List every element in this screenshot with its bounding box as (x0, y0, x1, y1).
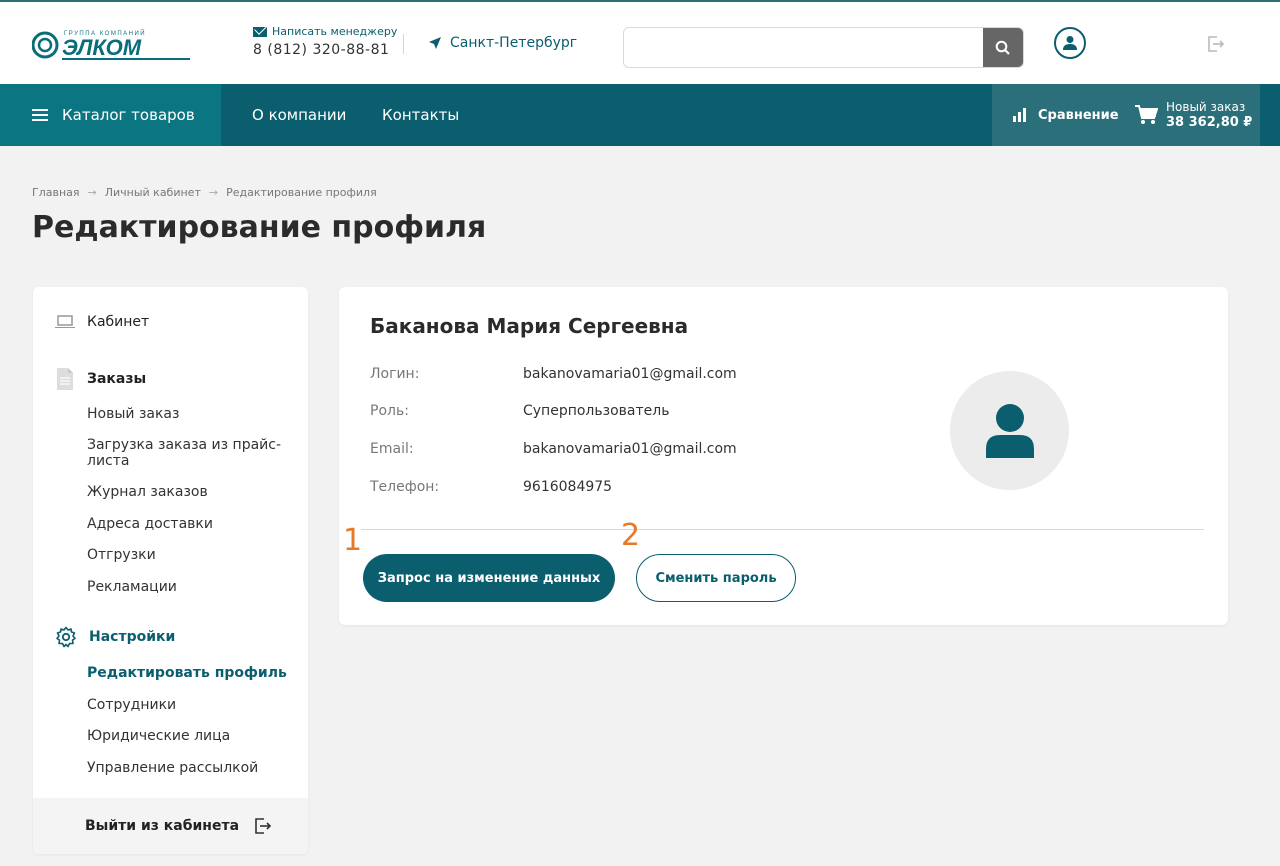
request-data-change-button[interactable]: Запрос на изменение данных (363, 554, 615, 602)
write-manager-link[interactable]: Написать менеджеру (253, 25, 397, 38)
contact-block: Написать менеджеру 8 (812) 320-88-81 (253, 25, 397, 58)
gear-icon (56, 626, 76, 648)
nav-about-link[interactable]: О компании (252, 106, 346, 124)
sidebar-item-upload-order[interactable]: Загрузка заказа из прайс-листа (87, 437, 287, 469)
phone-number[interactable]: 8 (812) 320-88-81 (253, 42, 397, 58)
header-divider (403, 34, 404, 54)
cart-button[interactable]: Новый заказ 38 362,80 ₽ (1120, 84, 1260, 146)
sidebar-settings-label: Настройки (89, 629, 176, 645)
cart-icon (1135, 105, 1158, 124)
sidebar-item-newsletter[interactable]: Управление рассылкой (87, 760, 287, 776)
search-button[interactable] (983, 28, 1023, 67)
user-icon (1063, 36, 1077, 50)
logo-text: ЭЛКОМ (62, 35, 142, 60)
header-logout-button[interactable] (1206, 34, 1226, 58)
cart-label: Новый заказ (1166, 100, 1246, 114)
breadcrumb-home[interactable]: Главная (32, 186, 80, 199)
email-value: bakanovamaria01@gmail.com (523, 441, 737, 457)
compare-button[interactable]: Сравнение (992, 84, 1120, 146)
sidebar-item-new-order[interactable]: Новый заказ (87, 406, 287, 422)
location-arrow-icon (429, 37, 441, 49)
sidebar-cabinet-label: Кабинет (87, 314, 150, 330)
mail-icon (253, 26, 267, 37)
card-divider (361, 529, 1204, 530)
breadcrumb-separator: → (208, 186, 219, 199)
role-label: Роль: (370, 403, 409, 419)
sidebar-item-delivery-addresses[interactable]: Адреса доставки (87, 516, 287, 532)
sidebar-item-legal-entities[interactable]: Юридические лица (87, 728, 287, 744)
breadcrumb-separator: → (87, 186, 97, 199)
profile-card: Баканова Мария Сергеевна Логин: bakanova… (339, 287, 1228, 625)
annotation-marker-2: 2 (621, 518, 641, 553)
menu-icon (32, 109, 48, 121)
sidebar-logout-button[interactable]: Выйти из кабинета (33, 798, 308, 854)
main-navigation: Каталог товаров О компании Контакты Срав… (0, 84, 1280, 146)
sidebar-settings-heading: Настройки (55, 626, 175, 648)
user-avatar-icon (985, 403, 1034, 458)
search-input[interactable] (624, 28, 984, 67)
sidebar-item-claims[interactable]: Рекламации (87, 579, 287, 595)
login-label: Логин: (370, 366, 420, 382)
city-label: Санкт-Петербург (450, 35, 578, 51)
sidebar-item-cabinet[interactable]: Кабинет (55, 314, 149, 330)
breadcrumb: Главная → Личный кабинет → Редактировани… (32, 186, 377, 199)
change-password-button[interactable]: Сменить пароль (636, 554, 796, 602)
role-value: Суперпользователь (523, 403, 670, 419)
phone-value: 9616084975 (523, 479, 613, 495)
sidebar-logout-label: Выйти из кабинета (85, 818, 240, 834)
annotation-marker-1: 1 (343, 523, 363, 558)
user-profile-button[interactable] (1054, 27, 1086, 59)
login-value: bakanovamaria01@gmail.com (523, 366, 737, 382)
phone-label: Телефон: (370, 479, 440, 495)
cart-total: 38 362,80 ₽ (1166, 115, 1253, 130)
breadcrumb-cabinet[interactable]: Личный кабинет (105, 186, 201, 199)
account-sidebar: Кабинет Заказы Новый заказ Загрузка зака… (33, 287, 308, 854)
sidebar-orders-heading: Заказы (55, 367, 146, 391)
search-icon (995, 40, 1010, 55)
email-label: Email: (370, 441, 414, 457)
avatar (950, 371, 1069, 490)
laptop-icon (55, 315, 75, 328)
catalog-label: Каталог товаров (62, 106, 195, 124)
search-box (623, 27, 1024, 68)
catalog-button[interactable]: Каталог товаров (0, 84, 221, 146)
sidebar-item-edit-profile[interactable]: Редактировать профиль (87, 665, 287, 681)
nav-contacts-link[interactable]: Контакты (382, 106, 459, 124)
write-manager-label: Написать менеджеру (272, 25, 398, 38)
sidebar-item-order-log[interactable]: Журнал заказов (87, 484, 287, 500)
logout-icon (255, 818, 272, 834)
sidebar-item-shipments[interactable]: Отгрузки (87, 547, 287, 563)
bar-chart-icon (1013, 108, 1026, 122)
sidebar-orders-label: Заказы (87, 371, 147, 387)
site-header: ГРУППА КОМПАНИЙ ЭЛКОМ Написать менеджеру… (0, 2, 1280, 84)
page-title: Редактирование профиля (32, 210, 487, 245)
sidebar-item-employees[interactable]: Сотрудники (87, 697, 287, 713)
city-selector[interactable]: Санкт-Петербург (428, 35, 577, 51)
logout-icon (1208, 36, 1225, 52)
company-logo[interactable]: ГРУППА КОМПАНИЙ ЭЛКОМ (31, 26, 192, 62)
breadcrumb-current: Редактирование профиля (226, 186, 377, 199)
profile-name: Баканова Мария Сергеевна (370, 314, 689, 338)
document-icon (57, 368, 73, 390)
compare-label: Сравнение (1038, 107, 1119, 123)
